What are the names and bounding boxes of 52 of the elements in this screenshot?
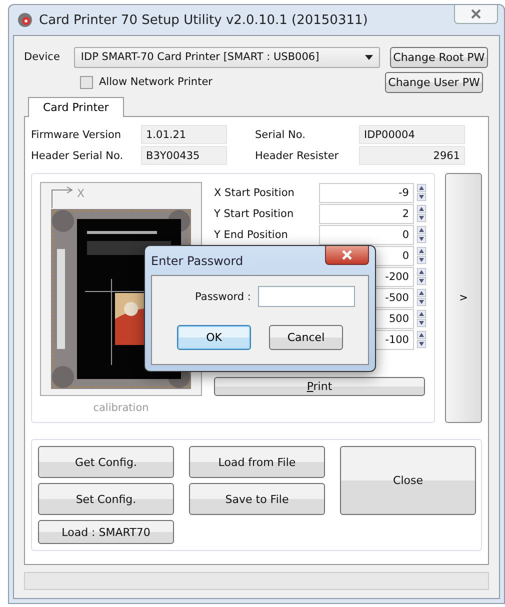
number-field[interactable]: 0 (319, 224, 414, 244)
caret-icon (364, 54, 373, 60)
device-label: Device (24, 51, 60, 63)
set-config-button[interactable]: Set Config. (38, 483, 174, 515)
next-button[interactable]: > (445, 173, 482, 423)
info-label: Header Resister (255, 150, 340, 162)
field-label: Y End Position (214, 228, 289, 240)
axis-label: X (77, 187, 85, 200)
info-value: B3Y00435 (141, 146, 227, 165)
info-value: IDP00004 (359, 125, 465, 144)
spinner-icon[interactable] (417, 268, 426, 286)
dialog-button[interactable]: OK (177, 325, 251, 350)
load-from-file-button[interactable]: Load from File (189, 446, 325, 478)
close-button[interactable] (454, 5, 498, 24)
password-label: Password : (195, 290, 251, 302)
close-icon (470, 9, 482, 19)
close-button[interactable]: Close (340, 446, 476, 515)
number-field[interactable]: 2 (319, 204, 414, 224)
spinner-icon[interactable] (417, 246, 426, 264)
device-dropdown[interactable]: IDP SMART-70 Card Printer [SMART : USB006] (74, 46, 380, 68)
save-to-file-button[interactable]: Save to File (189, 483, 325, 515)
change-user-pw-button[interactable]: Change User PW (385, 72, 483, 92)
allow-network-checkbox[interactable] (80, 76, 93, 88)
window-title: Card Printer 70 Setup Utility v2.0.10.1 (20150311) (39, 12, 368, 28)
tab[interactable]: Card Printer (28, 97, 124, 117)
field-label: Y Start Position (214, 208, 295, 220)
load-model-button[interactable]: Load : SMART70 (38, 520, 174, 544)
password-field[interactable] (258, 286, 355, 307)
spinner-icon[interactable] (417, 184, 426, 202)
field-label: X Start Position (214, 186, 296, 198)
number-field[interactable]: -9 (319, 182, 414, 202)
info-value: 2961 (359, 146, 465, 165)
dialog-title: Enter Password (151, 254, 244, 268)
spinner-icon[interactable] (417, 288, 426, 306)
info-value: 1.01.21 (141, 125, 227, 144)
allow-network-label: Allow Network Printer (99, 76, 212, 88)
close-button[interactable] (325, 246, 369, 265)
caption: calibration (93, 402, 149, 414)
spinner-icon[interactable] (417, 204, 426, 222)
print-button[interactable]: Print (214, 377, 425, 396)
dialog-button[interactable]: Cancel (269, 325, 343, 350)
spinner-icon[interactable] (417, 226, 426, 244)
info-label: Firmware Version (31, 128, 122, 140)
gear-icon (17, 12, 33, 28)
spinner-icon[interactable] (417, 330, 426, 348)
get-config-button[interactable]: Get Config. (38, 446, 174, 478)
change-root-pw-button[interactable]: Change Root PW (390, 46, 488, 68)
info-label: Header Serial No. (31, 150, 124, 162)
close-icon (341, 250, 353, 260)
arrow-icon (51, 186, 75, 208)
info-label: Serial No. (255, 128, 306, 140)
spinner-icon[interactable] (417, 310, 426, 328)
